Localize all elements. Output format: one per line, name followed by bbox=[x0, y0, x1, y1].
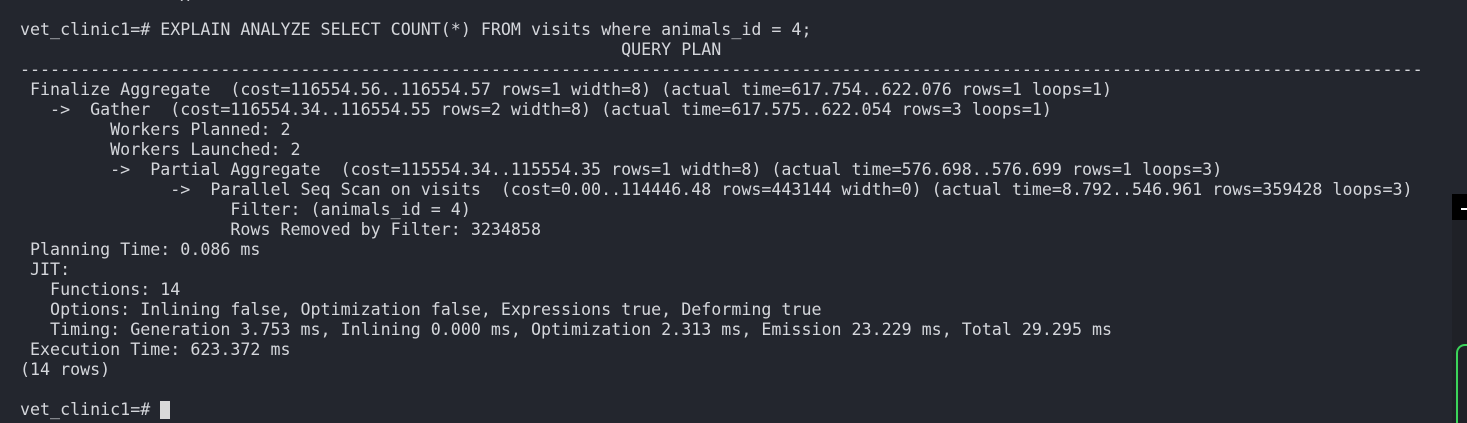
plan-line: Filter: (animals_id = 4) bbox=[20, 200, 471, 219]
row-count: (14 rows) bbox=[20, 360, 111, 379]
error-caret-marker: ^ bbox=[180, 0, 191, 13]
side-panel-tab[interactable] bbox=[1452, 194, 1467, 220]
plan-line: Execution Time: 623.372 ms bbox=[20, 340, 291, 359]
sql-command-line: vet_clinic1=# EXPLAIN ANALYZE SELECT COU… bbox=[20, 20, 812, 39]
plan-line: -> Gather (cost=116554.34..116554.55 row… bbox=[20, 100, 1052, 119]
plan-line: Options: Inlining false, Optimization fa… bbox=[20, 300, 822, 319]
plan-line: -> Partial Aggregate (cost=115554.34..11… bbox=[20, 160, 1223, 179]
side-panel-tab-icon bbox=[1461, 208, 1467, 210]
text-cursor[interactable] bbox=[160, 401, 170, 419]
input-prompt: vet_clinic1=# bbox=[20, 400, 161, 419]
plan-line: Rows Removed by Filter: 3234858 bbox=[20, 220, 541, 239]
plan-line: Timing: Generation 3.753 ms, Inlining 0.… bbox=[20, 320, 1113, 339]
plan-line: -> Parallel Seq Scan on visits (cost=0.0… bbox=[20, 180, 1413, 199]
plan-line: Workers Planned: 2 bbox=[20, 120, 291, 139]
query-plan-header: QUERY PLAN bbox=[20, 40, 722, 59]
plan-line: Workers Launched: 2 bbox=[20, 140, 301, 159]
header-separator: ----------------------------------------… bbox=[20, 60, 1423, 79]
plan-line: Finalize Aggregate (cost=116554.56..1165… bbox=[20, 80, 1113, 99]
side-panel-accent-border bbox=[1456, 344, 1467, 423]
plan-line: Planning Time: 0.086 ms bbox=[20, 240, 261, 259]
plan-line: Functions: 14 bbox=[20, 280, 181, 299]
plan-line: JIT: bbox=[20, 260, 71, 279]
terminal-window[interactable]: ^ vet_clinic1=# EXPLAIN ANALYZE SELECT C… bbox=[0, 0, 1467, 423]
